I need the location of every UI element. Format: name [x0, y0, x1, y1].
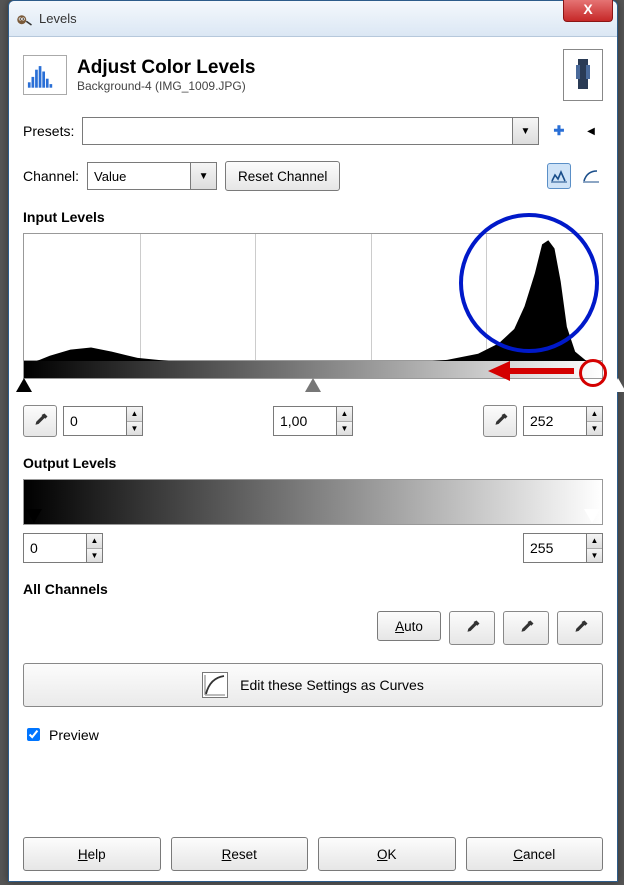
input-gamma-spinbox[interactable]: ▲ ▼	[273, 406, 353, 436]
spin-down-icon[interactable]: ▼	[337, 422, 352, 436]
channel-combo[interactable]: Value ▼	[87, 162, 217, 190]
channel-value: Value	[88, 169, 190, 184]
input-low-spinbox[interactable]: ▲ ▼	[63, 406, 143, 436]
dialog-title: Adjust Color Levels	[77, 57, 255, 79]
pick-gray-all-button[interactable]	[503, 611, 549, 645]
input-gamma-field[interactable]	[273, 406, 337, 436]
titlebar[interactable]: Levels X	[9, 1, 617, 37]
output-levels-label: Output Levels	[23, 455, 603, 471]
reset-button[interactable]: Reset	[171, 837, 309, 871]
edit-as-curves-button[interactable]: Edit these Settings as Curves	[23, 663, 603, 707]
output-high-field[interactable]	[523, 533, 587, 563]
reset-channel-button[interactable]: Reset Channel	[225, 161, 340, 191]
spin-down-icon[interactable]: ▼	[87, 549, 102, 563]
histogram-log-icon	[583, 169, 599, 183]
dialog-content: Adjust Color Levels Background-4 (IMG_10…	[9, 37, 617, 881]
output-high-slider[interactable]	[584, 509, 600, 523]
spin-up-icon[interactable]: ▲	[127, 407, 142, 422]
window-title: Levels	[39, 11, 77, 26]
histogram-log-button[interactable]	[579, 163, 603, 189]
dialog-subtitle: Background-4 (IMG_1009.JPG)	[77, 79, 255, 93]
spin-down-icon[interactable]: ▼	[587, 549, 602, 563]
pick-black-all-button[interactable]	[449, 611, 495, 645]
curves-icon	[202, 672, 228, 698]
all-channels-label: All Channels	[23, 581, 603, 597]
pick-white-point-button[interactable]	[483, 405, 517, 437]
input-levels-label: Input Levels	[23, 209, 603, 225]
output-low-spinbox[interactable]: ▲ ▼	[23, 533, 103, 563]
close-icon: X	[583, 1, 592, 17]
layer-thumbnail[interactable]	[563, 49, 603, 101]
auto-button[interactable]: Auto	[377, 611, 441, 641]
input-low-field[interactable]	[63, 406, 127, 436]
output-low-field[interactable]	[23, 533, 87, 563]
preview-checkbox[interactable]	[27, 728, 40, 741]
channel-label: Channel:	[23, 168, 79, 184]
cancel-button[interactable]: Cancel	[466, 837, 604, 871]
chevron-down-icon: ▼	[199, 171, 209, 182]
levels-dialog: Levels X Adjust Color Levels Background	[8, 0, 618, 882]
output-low-slider[interactable]	[26, 509, 42, 523]
dialog-footer: Help Reset OK Cancel	[23, 823, 603, 871]
input-gamma-slider[interactable]	[305, 378, 321, 392]
spin-down-icon[interactable]: ▼	[127, 422, 142, 436]
spin-down-icon[interactable]: ▼	[587, 422, 602, 436]
spin-up-icon[interactable]: ▲	[87, 534, 102, 549]
eyedropper-icon	[463, 619, 481, 637]
input-low-slider[interactable]	[16, 378, 32, 392]
input-gradient[interactable]	[23, 361, 603, 379]
output-high-spinbox[interactable]: ▲ ▼	[523, 533, 603, 563]
close-button[interactable]: X	[563, 0, 613, 22]
output-gradient[interactable]	[23, 479, 603, 525]
eyedropper-icon	[491, 412, 509, 430]
preset-menu-button[interactable]: ◀	[579, 118, 603, 144]
channel-dropdown-button[interactable]: ▼	[190, 163, 216, 189]
histogram-plot	[24, 234, 602, 366]
histogram-linear-icon	[551, 169, 567, 183]
levels-icon	[23, 55, 67, 95]
plus-icon: ✚	[554, 123, 565, 139]
input-high-field[interactable]	[523, 406, 587, 436]
spin-up-icon[interactable]: ▲	[337, 407, 352, 422]
menu-arrow-icon: ◀	[587, 126, 595, 137]
input-histogram[interactable]	[23, 233, 603, 361]
eyedropper-icon	[571, 619, 589, 637]
input-high-spinbox[interactable]: ▲ ▼	[523, 406, 603, 436]
eyedropper-icon	[517, 619, 535, 637]
presets-combo[interactable]: ▼	[82, 117, 539, 145]
spin-up-icon[interactable]: ▲	[587, 407, 602, 422]
curves-button-label: Edit these Settings as Curves	[240, 677, 424, 693]
help-button[interactable]: Help	[23, 837, 161, 871]
chevron-down-icon: ▼	[521, 126, 531, 137]
ok-button[interactable]: OK	[318, 837, 456, 871]
gimp-icon	[15, 10, 33, 28]
presets-label: Presets:	[23, 123, 74, 139]
pick-white-all-button[interactable]	[557, 611, 603, 645]
histogram-linear-button[interactable]	[547, 163, 571, 189]
presets-dropdown-button[interactable]: ▼	[512, 118, 538, 144]
input-high-slider[interactable]	[610, 378, 624, 392]
pick-black-point-button[interactable]	[23, 405, 57, 437]
eyedropper-icon	[31, 412, 49, 430]
spin-up-icon[interactable]: ▲	[587, 534, 602, 549]
add-preset-button[interactable]: ✚	[547, 118, 571, 144]
